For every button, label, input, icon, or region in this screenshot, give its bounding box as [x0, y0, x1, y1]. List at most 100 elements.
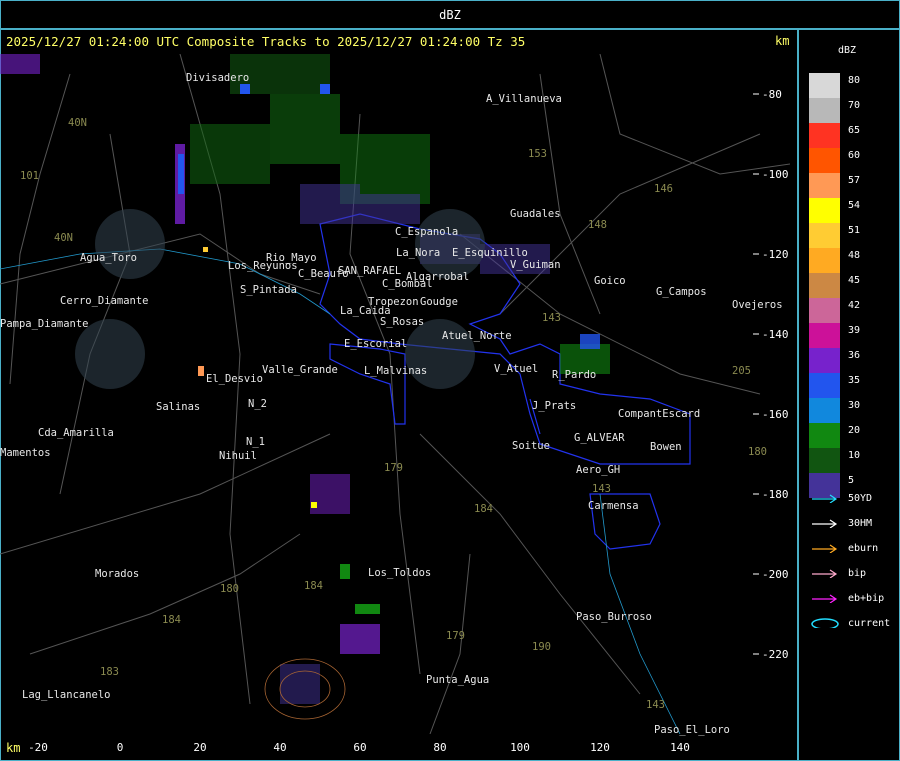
- place-label: Valle_Grande: [262, 364, 338, 376]
- legend-swatch: [809, 73, 840, 98]
- x-tick-label: 20: [193, 741, 207, 754]
- place-label: Bowen: [650, 441, 682, 453]
- road-number: 143: [542, 312, 561, 324]
- legend-swatch: [809, 323, 840, 348]
- legend-swatch: [809, 148, 840, 173]
- place-label: V_Atuel: [494, 363, 539, 375]
- legend-value: 80: [848, 75, 861, 86]
- legend-swatch: [809, 273, 840, 298]
- x-tick-label: 140: [670, 741, 690, 754]
- place-label: J_Prats: [532, 400, 577, 412]
- legend-value: 54: [848, 200, 861, 211]
- legend-swatch: [809, 398, 840, 423]
- x-tick-label: 40: [273, 741, 287, 754]
- track-symbol-icon: [812, 494, 838, 503]
- legend-value: 65: [848, 125, 861, 136]
- product-title: dBZ: [439, 8, 461, 22]
- legend-value: 20: [848, 425, 861, 436]
- place-label: Rio_Mayo: [266, 252, 317, 264]
- y-axis-ticks: [753, 93, 759, 655]
- track-symbol-icon: [812, 544, 838, 553]
- road-number: 180: [748, 446, 767, 458]
- legend-swatch: [809, 373, 840, 398]
- km-label-top: km: [775, 34, 790, 48]
- place-label: Cerro_Diamante: [60, 295, 149, 307]
- place-label: SAN_RAFAEL: [338, 265, 402, 277]
- legend-value: 51: [848, 225, 861, 236]
- y-tick-label: -100: [762, 168, 789, 181]
- place-label: Nihuil: [219, 450, 257, 462]
- place-label: E_Escorial: [344, 338, 408, 350]
- legend-title: dBZ: [838, 45, 857, 56]
- legend-swatch: [809, 298, 840, 323]
- legend-value: 36: [848, 350, 861, 361]
- road-number: 184: [474, 503, 493, 515]
- y-tick-label: -160: [762, 408, 789, 421]
- legend-swatch: [809, 173, 840, 198]
- place-label: Ovejeros: [732, 299, 783, 311]
- place-label: La_Nora: [396, 247, 441, 259]
- composite-header: 2025/12/27 01:24:00 UTC Composite Tracks…: [6, 34, 526, 49]
- road-number: 190: [532, 641, 551, 653]
- place-label: Lag_Llancanelo: [22, 689, 111, 701]
- place-label: Morados: [95, 568, 140, 580]
- x-tick-label: 0: [116, 741, 124, 754]
- road-number: 40N: [54, 232, 73, 244]
- place-label: G_Campos: [656, 286, 707, 298]
- track-label: 30HM: [848, 518, 873, 529]
- track-symbol-icon: [812, 519, 838, 528]
- road-number: 183: [100, 666, 119, 678]
- legend-value: 70: [848, 100, 861, 111]
- legend-value: 30: [848, 400, 861, 411]
- legend-swatch: [809, 248, 840, 273]
- place-label: C_Espanola: [395, 226, 459, 238]
- place-label: G_ALVEAR: [574, 432, 625, 444]
- place-label: Paso_Burroso: [576, 611, 652, 623]
- track-label: eb+bip: [848, 593, 885, 604]
- place-label: A_Villanueva: [486, 93, 562, 105]
- road-number: 184: [162, 614, 181, 626]
- y-tick-label: -180: [762, 488, 789, 501]
- y-tick-label: -200: [762, 568, 789, 581]
- road-number: 40N: [68, 117, 87, 129]
- place-label: Mamentos: [0, 447, 51, 459]
- place-label: Cda_Amarilla: [38, 427, 114, 439]
- legend-value: 45: [848, 275, 861, 286]
- legend-swatch: [809, 123, 840, 148]
- legend-value: 60: [848, 150, 861, 161]
- road-number: 180: [220, 583, 239, 595]
- legend-swatch: [809, 198, 840, 223]
- place-label: Pampa_Diamante: [0, 318, 89, 330]
- road-number: 205: [732, 365, 751, 377]
- legend-swatch: [809, 223, 840, 248]
- road-number: 101: [20, 170, 39, 182]
- km-label-bottom: km: [6, 741, 21, 755]
- legend-swatch: [809, 348, 840, 373]
- place-label: Atuel_Norte: [442, 330, 512, 342]
- road-number: 143: [646, 699, 665, 711]
- radar-map: [0, 54, 790, 734]
- legend-swatch: [809, 423, 840, 448]
- place-label: Salinas: [156, 401, 201, 413]
- track-label: eburn: [848, 543, 879, 554]
- x-tick-label: 120: [590, 741, 610, 754]
- track-symbol-icon: [811, 618, 839, 628]
- place-label: Los_Toldos: [368, 567, 432, 579]
- place-label: Guadales: [510, 208, 561, 220]
- road-number: 184: [304, 580, 323, 592]
- place-label: C_Bombal: [382, 278, 433, 290]
- legend-value: 10: [848, 450, 861, 461]
- road-number: 148: [588, 219, 607, 231]
- track-symbol-icon: [812, 594, 838, 603]
- road-number: 143: [592, 483, 611, 495]
- place-label: N_1: [246, 436, 265, 448]
- road-number: 179: [446, 630, 465, 642]
- place-label: Goico: [594, 275, 626, 287]
- place-label: E_Esquinillo: [452, 247, 528, 259]
- legend-value: 42: [848, 300, 861, 311]
- place-label: Paso_El_Loro: [654, 724, 730, 736]
- track-label: bip: [848, 568, 867, 579]
- legend-value: 5: [848, 475, 855, 486]
- y-tick-label: -140: [762, 328, 789, 341]
- legend-value: 57: [848, 175, 861, 186]
